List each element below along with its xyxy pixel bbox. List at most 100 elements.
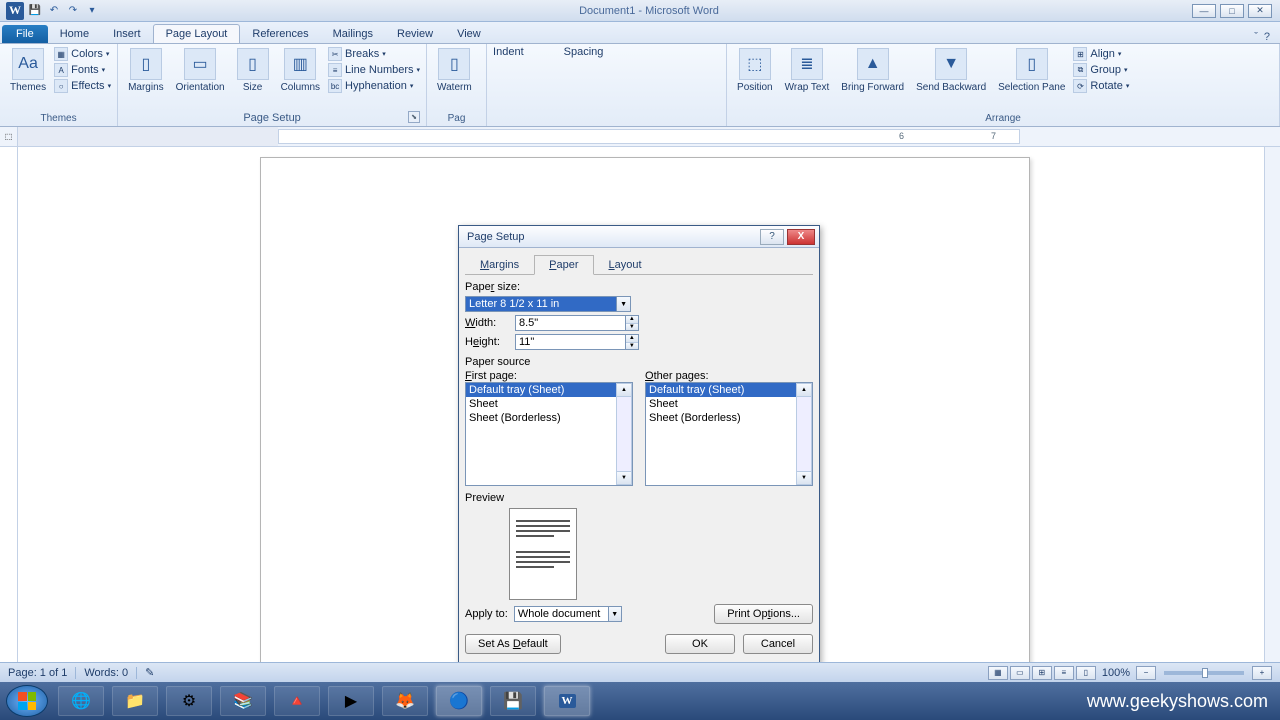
wrap-text-button[interactable]: ≣Wrap Text xyxy=(781,46,834,95)
first-page-listbox[interactable]: Default tray (Sheet) Sheet Sheet (Border… xyxy=(465,382,633,486)
watermark-button[interactable]: ▯Waterm xyxy=(433,46,476,95)
group-button[interactable]: ⧉Group▾ xyxy=(1073,62,1129,78)
height-up[interactable]: ▲ xyxy=(626,335,638,343)
size-button[interactable]: ▯Size xyxy=(233,46,273,95)
tab-view[interactable]: View xyxy=(445,25,493,43)
task-vlc[interactable]: 🔺 xyxy=(274,686,320,716)
page-setup-launcher[interactable]: ⬊ xyxy=(408,111,420,123)
effects-button[interactable]: ○Effects▾ xyxy=(54,78,111,94)
task-app3[interactable]: 💾 xyxy=(490,686,536,716)
tab-review[interactable]: Review xyxy=(385,25,445,43)
redo-icon[interactable]: ↷ xyxy=(65,3,81,19)
list-item[interactable]: Default tray (Sheet) xyxy=(466,383,632,397)
view-full-screen[interactable]: ▭ xyxy=(1010,666,1030,680)
height-input[interactable] xyxy=(516,335,625,349)
width-down[interactable]: ▼ xyxy=(626,324,638,331)
help-icon[interactable]: ? xyxy=(1264,31,1270,43)
listbox-scrollbar[interactable]: ▲▼ xyxy=(796,383,812,485)
width-spinner[interactable]: ▲▼ xyxy=(515,315,639,331)
ruler-horizontal[interactable]: ⬚ 6 7 xyxy=(0,127,1280,147)
tab-page-layout[interactable]: Page Layout xyxy=(153,24,241,43)
print-options-button[interactable]: Print Options... xyxy=(714,604,813,624)
apply-to-input[interactable] xyxy=(515,607,608,621)
app-icon[interactable]: W xyxy=(6,2,24,20)
zoom-in-button[interactable]: + xyxy=(1252,666,1272,680)
list-item[interactable]: Default tray (Sheet) xyxy=(646,383,812,397)
selection-pane-button[interactable]: ▯Selection Pane xyxy=(994,46,1069,95)
task-app1[interactable]: ⚙ xyxy=(166,686,212,716)
task-ie[interactable]: 🌐 xyxy=(58,686,104,716)
hyphenation-button[interactable]: bcHyphenation▾ xyxy=(328,78,420,94)
task-chrome[interactable]: 🔵 xyxy=(436,686,482,716)
status-words[interactable]: Words: 0 xyxy=(84,667,128,679)
start-button[interactable] xyxy=(6,685,48,717)
height-down[interactable]: ▼ xyxy=(626,343,638,350)
ok-button[interactable]: OK xyxy=(665,634,735,654)
view-web[interactable]: ⊞ xyxy=(1032,666,1052,680)
paper-size-dropdown-icon[interactable]: ▼ xyxy=(616,297,630,311)
width-up[interactable]: ▲ xyxy=(626,316,638,324)
zoom-level[interactable]: 100% xyxy=(1102,667,1130,679)
zoom-out-button[interactable]: − xyxy=(1136,666,1156,680)
list-item[interactable]: Sheet xyxy=(646,397,812,411)
view-print-layout[interactable]: ▦ xyxy=(988,666,1008,680)
apply-to-combo[interactable]: ▼ xyxy=(514,606,622,622)
height-spinner[interactable]: ▲▼ xyxy=(515,334,639,350)
dialog-close-button[interactable]: X xyxy=(787,229,815,245)
tab-margins[interactable]: Margins xyxy=(465,255,534,275)
width-input[interactable] xyxy=(516,316,625,330)
save-icon[interactable]: 💾 xyxy=(27,3,43,19)
status-page[interactable]: Page: 1 of 1 xyxy=(8,667,67,679)
dialog-help-button[interactable]: ? xyxy=(760,229,784,245)
columns-button[interactable]: ▥Columns xyxy=(277,46,324,95)
tab-insert[interactable]: Insert xyxy=(101,25,153,43)
paper-size-input[interactable] xyxy=(466,297,616,311)
ruler-toggle[interactable]: ⬚ xyxy=(0,127,18,146)
list-item[interactable]: Sheet (Borderless) xyxy=(646,411,812,425)
fonts-button[interactable]: AFonts▾ xyxy=(54,62,111,78)
list-item[interactable]: Sheet (Borderless) xyxy=(466,411,632,425)
zoom-slider[interactable] xyxy=(1164,671,1244,675)
qat-dropdown-icon[interactable]: ▾ xyxy=(84,3,100,19)
apply-to-dropdown-icon[interactable]: ▼ xyxy=(608,607,621,621)
breaks-button[interactable]: ✂Breaks▾ xyxy=(328,46,420,62)
tab-references[interactable]: References xyxy=(240,25,320,43)
ribbon-minimize-icon[interactable]: ˇ xyxy=(1254,31,1258,43)
list-item[interactable]: Sheet xyxy=(466,397,632,411)
align-button[interactable]: ⊞Align▾ xyxy=(1073,46,1129,62)
task-app2[interactable]: 📚 xyxy=(220,686,266,716)
ruler-vertical[interactable] xyxy=(0,147,18,669)
send-backward-button[interactable]: ▼Send Backward xyxy=(912,46,990,95)
tab-home[interactable]: Home xyxy=(48,25,101,43)
tab-mailings[interactable]: Mailings xyxy=(321,25,385,43)
minimize-button[interactable]: — xyxy=(1192,4,1216,18)
close-button[interactable]: ✕ xyxy=(1248,4,1272,18)
proofing-icon[interactable]: ✎ xyxy=(145,666,154,679)
maximize-button[interactable]: □ xyxy=(1220,4,1244,18)
themes-button[interactable]: Aa Themes xyxy=(6,46,50,95)
tab-layout[interactable]: Layout xyxy=(594,255,657,275)
tab-paper[interactable]: Paper xyxy=(534,255,593,275)
task-media[interactable]: ▶ xyxy=(328,686,374,716)
set-default-button[interactable]: Set As Default xyxy=(465,634,561,654)
view-outline[interactable]: ≡ xyxy=(1054,666,1074,680)
margins-button[interactable]: ▯Margins xyxy=(124,46,168,95)
task-word[interactable]: W xyxy=(544,686,590,716)
task-explorer[interactable]: 📁 xyxy=(112,686,158,716)
rotate-button[interactable]: ⟳Rotate▾ xyxy=(1073,78,1129,94)
colors-button[interactable]: ▦Colors▾ xyxy=(54,46,111,62)
task-firefox[interactable]: 🦊 xyxy=(382,686,428,716)
paper-size-combo[interactable]: ▼ xyxy=(465,296,631,312)
orientation-button[interactable]: ▭Orientation xyxy=(172,46,229,95)
listbox-scrollbar[interactable]: ▲▼ xyxy=(616,383,632,485)
scrollbar-vertical[interactable] xyxy=(1264,147,1280,669)
view-draft[interactable]: ▯ xyxy=(1076,666,1096,680)
dialog-titlebar[interactable]: Page Setup ? X xyxy=(459,226,819,248)
other-pages-listbox[interactable]: Default tray (Sheet) Sheet Sheet (Border… xyxy=(645,382,813,486)
file-tab[interactable]: File xyxy=(2,25,48,43)
bring-forward-button[interactable]: ▲Bring Forward xyxy=(837,46,908,95)
undo-icon[interactable]: ↶ xyxy=(46,3,62,19)
position-button[interactable]: ⬚Position xyxy=(733,46,777,95)
line-numbers-button[interactable]: ≡Line Numbers▾ xyxy=(328,62,420,78)
cancel-button[interactable]: Cancel xyxy=(743,634,813,654)
